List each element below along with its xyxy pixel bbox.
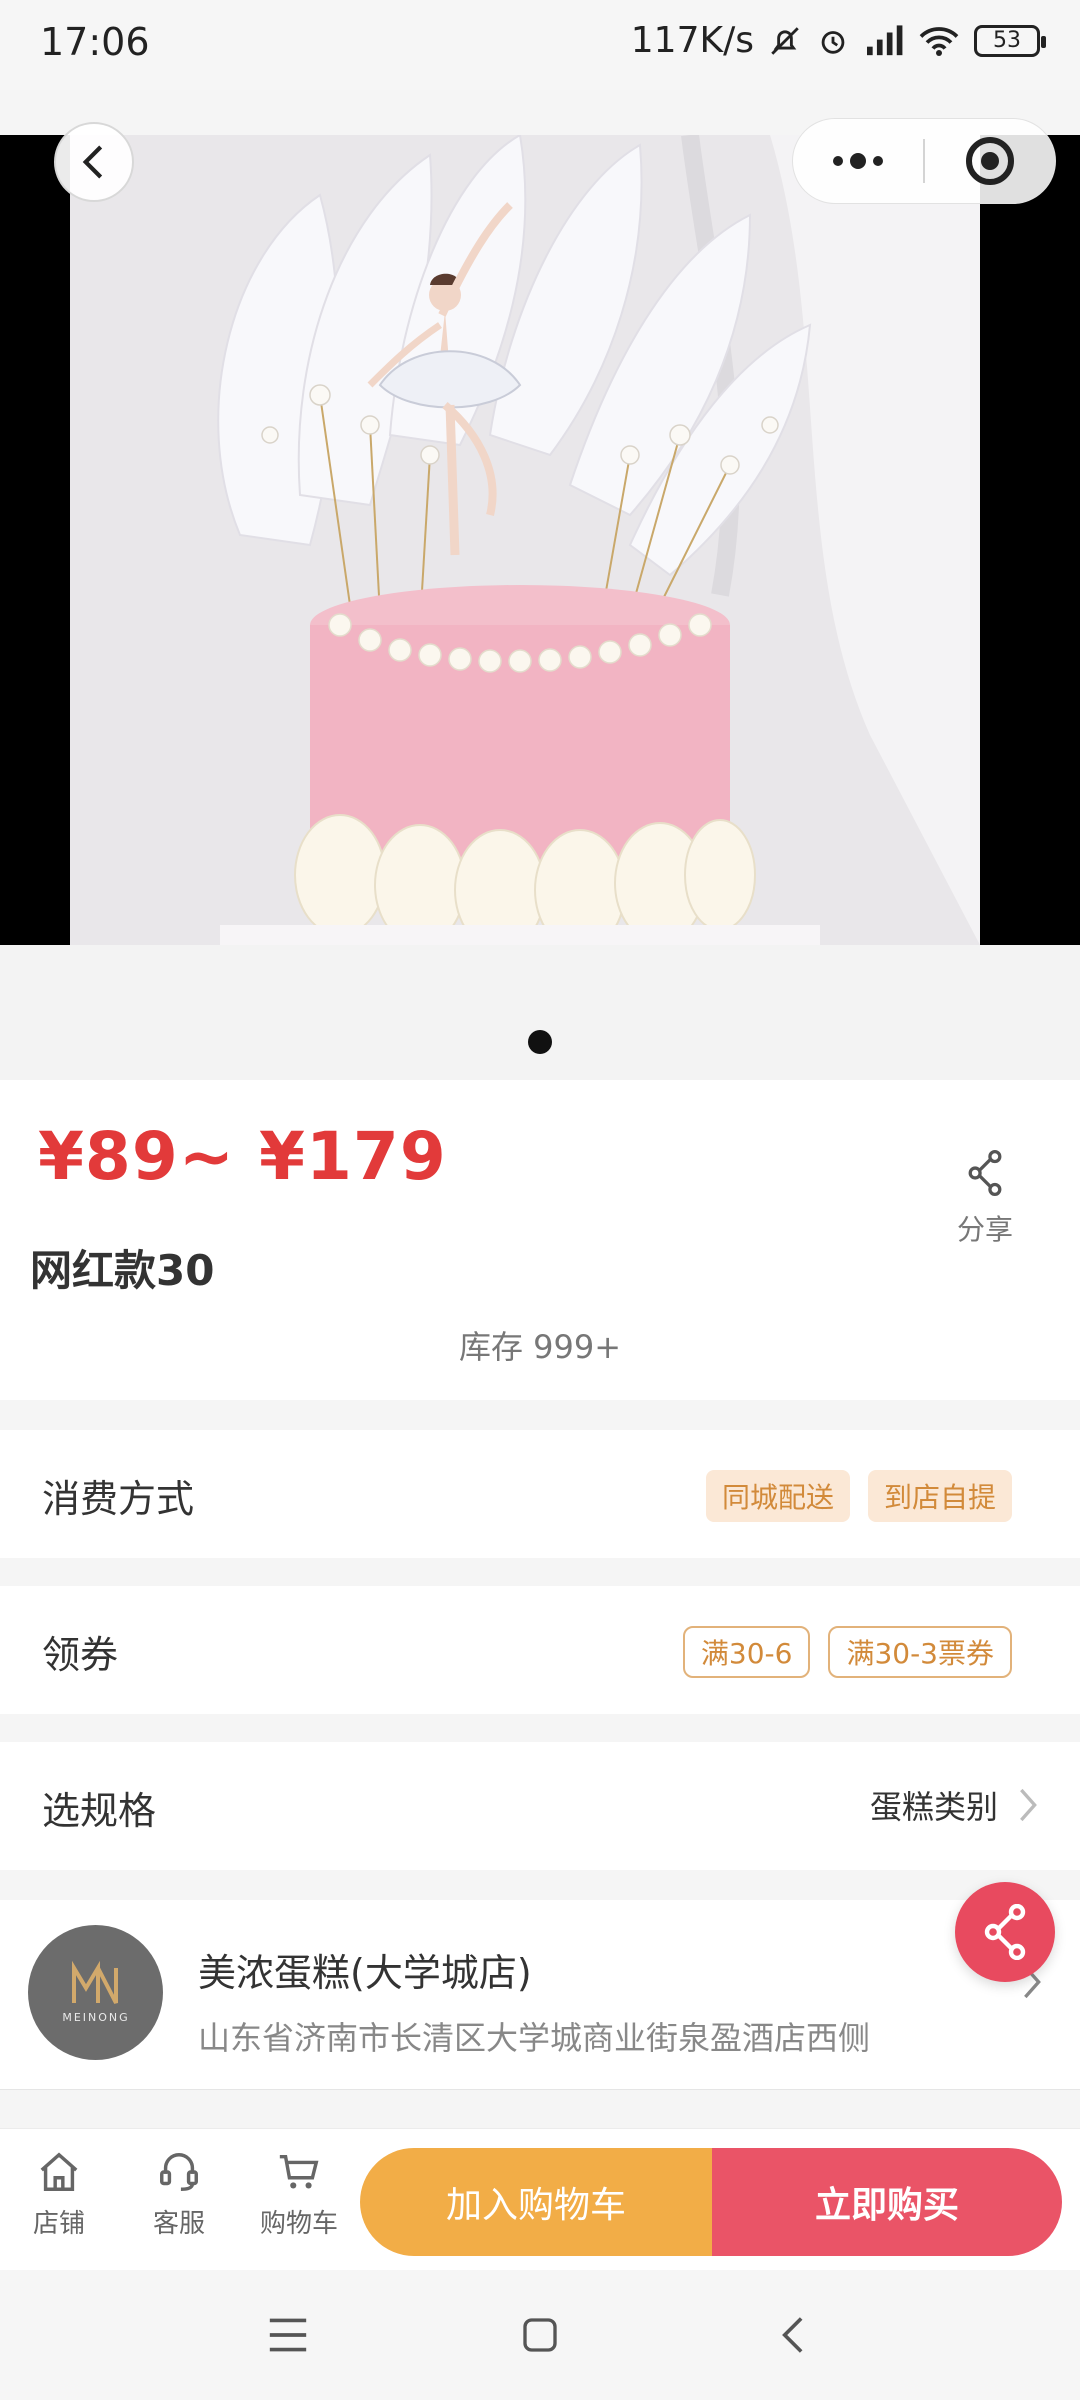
nav-shop[interactable]: 店铺 [4,2149,114,2240]
consumption-row: 消费方式 同城配送 到店自提 [0,1430,1080,1558]
system-menu-button[interactable] [253,2300,323,2370]
price-range: ¥89~ ¥179 [38,1118,447,1195]
product-image-carousel[interactable] [0,135,1080,945]
status-time: 17:06 [40,20,150,64]
nav-shop-label: 店铺 [32,2209,85,2239]
store-card[interactable]: MEINONG 美浓蛋糕(大学城店) 山东省济南市长清区大学城商业街泉盈酒店西侧 [0,1900,1080,2090]
system-back-button[interactable] [757,2300,827,2370]
chevron-right-icon [1020,1788,1037,1822]
store-logo: MEINONG [28,1925,163,2060]
carousel-indicator-area [0,945,1080,1080]
more-dots-icon [833,153,883,169]
coupon-list: 满30-6 满30-3票券 [682,1626,1012,1678]
floating-share-button[interactable] [955,1882,1055,1982]
coupon-item[interactable]: 满30-6 [682,1626,811,1678]
battery-icon: 53 [974,24,1046,57]
shop-icon [40,2152,78,2191]
stock-text: 库存 999+ [458,1328,622,1366]
signal-icon [867,24,903,55]
status-icons: 117K/s 53 [630,20,1046,61]
bottom-action-bar: 店铺 客服 购物车 加入购物车 立即购买 [0,2128,1080,2270]
wifi-icon [919,26,959,56]
carousel-dot-active[interactable] [528,1030,552,1054]
consumption-label: 消费方式 [42,1477,195,1521]
net-speed: 117K/s [630,20,754,61]
status-bar: 17:06 117K/s 53 [0,0,1080,90]
share-label: 分享 [956,1213,1013,1246]
coupon-row[interactable]: 领券 满30-6 满30-3票券 [0,1586,1080,1714]
menu-icon [269,2318,307,2352]
spec-row[interactable]: 选规格 蛋糕类别 [0,1742,1080,1870]
option-local-delivery[interactable]: 同城配送 [705,1470,850,1522]
cake-image [70,135,980,945]
target-icon [966,137,1014,185]
product-info: ¥89~ ¥179 网红款30 库存 999+ 分享 [0,1080,1080,1400]
share-icon [984,1904,1026,1960]
close-miniprogram-button[interactable] [925,119,1055,203]
mute-icon [771,26,799,55]
cart-icon [279,2154,319,2189]
system-nav-bar [0,2270,1080,2400]
store-name: 美浓蛋糕(大学城店) [198,1951,532,1995]
share-icon [968,1150,1002,1196]
nav-cart-label: 购物车 [259,2209,338,2239]
nav-service[interactable]: 客服 [124,2149,234,2240]
chevron-left-icon [82,145,103,179]
store-logo-mark: MEINONG [62,1960,129,2024]
nav-service-label: 客服 [152,2209,205,2239]
back-button[interactable] [54,122,134,202]
share-button[interactable]: 分享 [940,1150,1030,1248]
coupon-label: 领券 [42,1633,119,1677]
spec-selector[interactable]: 蛋糕类别 [870,1782,1040,1828]
alarm-icon [821,30,845,54]
home-square-icon [523,2318,557,2352]
more-button[interactable] [793,119,923,203]
consumption-options: 同城配送 到店自提 [705,1470,1012,1522]
add-to-cart-button[interactable]: 加入购物车 [360,2148,712,2256]
store-address: 山东省济南市长清区大学城商业街泉盈酒店西侧 [198,2019,871,2057]
option-store-pickup[interactable]: 到店自提 [867,1470,1012,1522]
miniprogram-capsule [792,118,1056,204]
spec-value: 蛋糕类别 [869,1788,998,1826]
svg-text:MEINONG: MEINONG [62,2011,129,2024]
coupon-item[interactable]: 满30-3票券 [828,1626,1012,1678]
buy-now-button[interactable]: 立即购买 [712,2148,1062,2256]
product-title: 网红款30 [30,1246,215,1295]
customer-service-icon [160,2153,198,2191]
back-arrow-icon [782,2317,803,2353]
nav-cart[interactable]: 购物车 [244,2149,354,2240]
system-home-button[interactable] [505,2300,575,2370]
spec-label: 选规格 [42,1789,157,1833]
